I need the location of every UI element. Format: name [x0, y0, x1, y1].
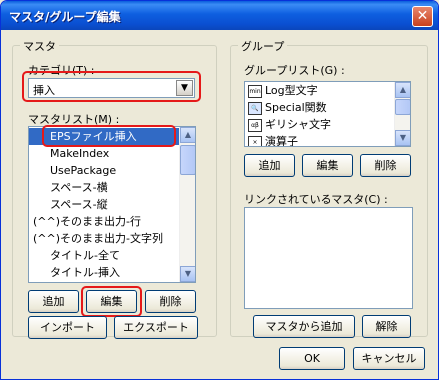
group-list-scrollbar[interactable]: ▲ ▼: [394, 82, 410, 146]
master-list-scrollbar[interactable]: ▲ ▼: [179, 127, 195, 282]
master-add-button[interactable]: 追加: [28, 290, 79, 313]
master-edit-button[interactable]: 編集: [86, 290, 137, 313]
import-button[interactable]: インポート: [28, 316, 107, 339]
close-button[interactable]: ✕: [412, 6, 433, 27]
cancel-button[interactable]: キャンセル: [353, 347, 425, 370]
scroll-up-icon[interactable]: ▲: [180, 127, 195, 143]
list-item[interactable]: タイトル-挿入: [29, 264, 179, 281]
scroll-up-icon[interactable]: ▲: [395, 82, 410, 98]
chevron-down-icon[interactable]: ▼: [176, 80, 193, 96]
scroll-thumb[interactable]: [180, 145, 195, 175]
list-item[interactable]: MakeIndex: [29, 145, 179, 162]
group-delete-button[interactable]: 削除: [360, 154, 411, 177]
greek-icon: αβ: [248, 118, 262, 132]
list-item[interactable]: スペース-縦: [29, 196, 179, 213]
title-bar[interactable]: マスタ/グループ編集 ✕: [1, 1, 438, 30]
scroll-down-icon[interactable]: ▼: [395, 130, 410, 146]
export-button[interactable]: エクスポート: [114, 316, 198, 339]
scroll-thumb[interactable]: [395, 99, 410, 115]
log-icon: min: [248, 84, 262, 98]
list-item[interactable]: (^^)そのまま出力-行: [29, 213, 179, 230]
list-item[interactable]: αβ ギリシャ文字: [245, 116, 395, 133]
list-item[interactable]: UsePackage: [29, 162, 179, 179]
master-list[interactable]: EPSファイル挿入 MakeIndex UsePackage スペース-横 スペ…: [28, 126, 196, 283]
unlink-button[interactable]: 解除: [362, 315, 411, 338]
group-add-button[interactable]: 追加: [244, 154, 295, 177]
list-item[interactable]: 🔍 Special関数: [245, 99, 395, 116]
list-item[interactable]: タイトル-全て: [29, 247, 179, 264]
ok-button[interactable]: OK: [279, 347, 345, 370]
dialog-window: マスタ/グループ編集 ✕ マスタ カテゴリ(T) : 挿入 ▼ マスタリスト(M…: [0, 0, 439, 380]
list-item[interactable]: × 演算子: [245, 133, 395, 146]
master-delete-button[interactable]: 削除: [145, 290, 196, 313]
linked-master-list[interactable]: [244, 207, 413, 309]
add-from-master-button[interactable]: マスタから追加: [253, 315, 355, 338]
window-title: マスタ/グループ編集: [9, 10, 121, 24]
scroll-down-icon[interactable]: ▼: [180, 266, 195, 282]
group-edit-button[interactable]: 編集: [302, 154, 353, 177]
list-item[interactable]: スペース-横: [29, 179, 179, 196]
operator-icon: ×: [248, 135, 262, 146]
list-item[interactable]: EPSファイル挿入: [29, 128, 179, 145]
list-item[interactable]: (^^)そのまま出力-文字列: [29, 230, 179, 247]
category-label: カテゴリ(T) :: [28, 64, 95, 77]
linked-master-label: リンクされているマスタ(C) :: [244, 193, 388, 206]
category-select[interactable]: 挿入 ▼: [28, 78, 195, 98]
group-list-label: グループリスト(G) :: [244, 64, 345, 77]
group-group-label: グループ: [238, 38, 288, 54]
master-group-label: マスタ: [20, 38, 59, 54]
group-list[interactable]: min Log型文字 🔍 Special関数 αβ ギリシャ文字 × 演算子 ▲ ▼: [244, 81, 411, 147]
search-icon: 🔍: [248, 101, 262, 115]
master-list-label: マスタリスト(M) :: [28, 113, 120, 126]
category-value: 挿入: [33, 84, 55, 97]
list-item[interactable]: min Log型文字: [245, 82, 395, 99]
